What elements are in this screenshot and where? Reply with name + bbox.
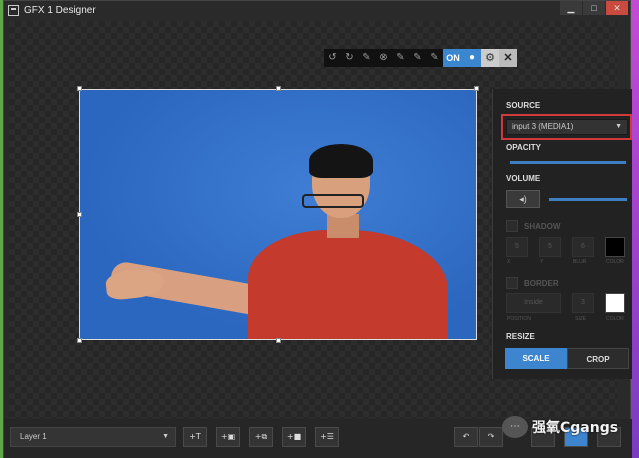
window-title: GFX 1 Designer: [24, 4, 96, 16]
chevron-down-icon: ▼: [162, 433, 169, 440]
add-text-button[interactable]: +T: [183, 427, 207, 447]
presenter-shirt: [248, 230, 448, 339]
resize-handle-tm[interactable]: [276, 86, 281, 91]
close-button[interactable]: ✕: [606, 1, 628, 15]
add-video-button[interactable]: +■: [282, 427, 306, 447]
close-icon[interactable]: ✕: [499, 49, 517, 67]
source-select[interactable]: input 3 (MEDIA1) ▼: [506, 119, 628, 135]
source-label: SOURCE: [506, 101, 541, 110]
circle-x-icon[interactable]: ⊗: [375, 49, 392, 67]
shadow-x-field[interactable]: 5: [506, 237, 528, 257]
presenter-hair: [309, 144, 373, 178]
shadow-blur-field[interactable]: 6: [572, 237, 594, 257]
border-size-caption: SIZE: [575, 316, 587, 322]
opacity-slider[interactable]: [510, 161, 626, 164]
maximize-button[interactable]: □: [583, 1, 605, 15]
resize-handle-tl[interactable]: [77, 86, 82, 91]
resize-label: RESIZE: [506, 332, 535, 341]
border-position-caption: POSITION: [507, 316, 531, 322]
border-label: BORDER: [524, 279, 559, 288]
opacity-label: OPACITY: [506, 143, 541, 152]
crop-button[interactable]: CROP: [567, 348, 629, 369]
resize-handle-bm[interactable]: [276, 338, 281, 343]
gfx-designer-window: GFX 1 Designer ▁ □ ✕ ↺ ↻ ✎ ⊗ ✎ ✎ ✎ ON ● …: [3, 0, 632, 458]
title-bar[interactable]: GFX 1 Designer ▁ □ ✕: [4, 1, 630, 19]
volume-label: VOLUME: [506, 174, 541, 183]
undo-button[interactable]: ↶: [454, 427, 478, 447]
resize-handle-ml[interactable]: [77, 212, 82, 217]
add-image-button[interactable]: +▣: [216, 427, 240, 447]
shadow-blur-caption: BLUR: [573, 259, 587, 265]
pen-icon[interactable]: ✎: [392, 49, 409, 67]
element-toolbar: ↺ ↻ ✎ ⊗ ✎ ✎ ✎ ON ● ⚙ ✕: [324, 49, 517, 67]
border-checkbox[interactable]: [506, 277, 518, 289]
border-color-caption: COLOR: [606, 316, 624, 322]
layer-select[interactable]: Layer 1 ▼: [10, 427, 176, 447]
source-value: input 3 (MEDIA1): [512, 122, 574, 131]
watermark: ⋯ 强氧Cgangs: [502, 416, 618, 438]
shadow-color-caption: COLOR: [606, 259, 624, 265]
border-position-select[interactable]: Inside: [506, 293, 561, 313]
scale-button[interactable]: SCALE: [505, 348, 567, 369]
pen-icon[interactable]: ✎: [426, 49, 443, 67]
rotate-right-icon[interactable]: ↻: [341, 49, 358, 67]
shadow-y-field[interactable]: 5: [539, 237, 561, 257]
shadow-color-swatch[interactable]: [605, 237, 625, 257]
add-list-button[interactable]: +☰: [315, 427, 339, 447]
border-color-swatch[interactable]: [605, 293, 625, 313]
shadow-checkbox[interactable]: [506, 220, 518, 232]
shadow-label: SHADOW: [524, 222, 561, 231]
shadow-x-caption: X: [507, 259, 511, 265]
redo-button[interactable]: ↷: [479, 427, 503, 447]
presenter-glasses: [302, 194, 364, 208]
watermark-text: 强氧Cgangs: [532, 420, 619, 436]
gear-icon[interactable]: ⚙: [481, 49, 499, 67]
background-edge-right: [631, 0, 639, 458]
wechat-icon: ⋯: [502, 416, 528, 438]
media-layer-preview[interactable]: [79, 89, 477, 340]
minimize-button[interactable]: ▁: [560, 1, 582, 15]
properties-panel: SOURCE input 3 (MEDIA1) ▼ OPACITY VOLUME…: [492, 89, 632, 379]
window-controls: ▁ □ ✕: [560, 1, 628, 15]
volume-slider[interactable]: [549, 198, 627, 201]
app-icon: [8, 4, 19, 16]
rotate-left-icon[interactable]: ↺: [324, 49, 341, 67]
screen: GFX 1 Designer ▁ □ ✕ ↺ ↻ ✎ ⊗ ✎ ✎ ✎ ON ● …: [0, 0, 639, 458]
border-size-field[interactable]: 3: [572, 293, 594, 313]
add-layers-button[interactable]: +⧉: [249, 427, 273, 447]
pen-icon[interactable]: ✎: [409, 49, 426, 67]
resize-handle-tr[interactable]: [474, 86, 479, 91]
pen-icon[interactable]: ✎: [358, 49, 375, 67]
shadow-y-caption: Y: [540, 259, 544, 265]
layer-value: Layer 1: [20, 432, 47, 441]
resize-handle-bl[interactable]: [77, 338, 82, 343]
on-toggle[interactable]: ON: [443, 49, 463, 67]
chevron-down-icon: ▼: [615, 123, 622, 130]
speaker-icon[interactable]: ◂): [506, 190, 540, 208]
person-icon[interactable]: ●: [463, 49, 481, 67]
